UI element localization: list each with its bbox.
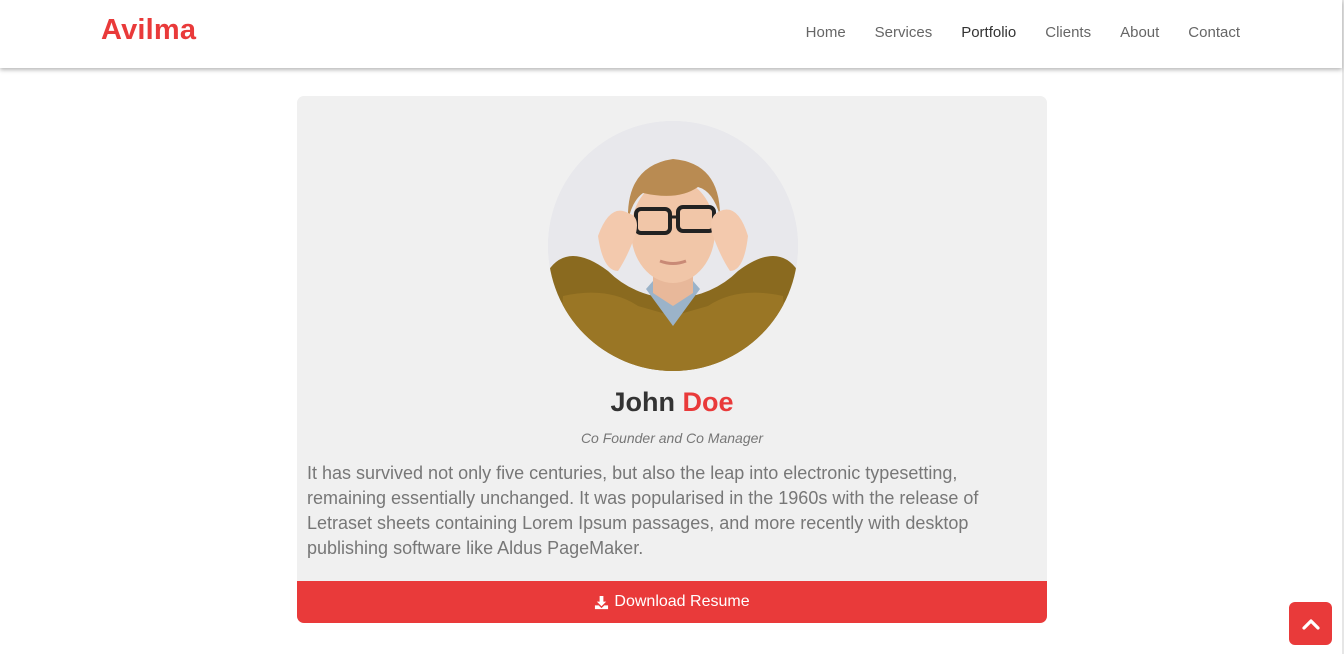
download-icon	[595, 595, 609, 609]
download-resume-label: Download Resume	[614, 593, 750, 610]
brand-logo[interactable]: Avilma	[101, 14, 196, 47]
scroll-to-top-button[interactable]	[1289, 602, 1332, 645]
main-nav: Home Services Portfolio Clients About Co…	[777, 24, 1240, 42]
nav-item-services[interactable]: Services	[875, 24, 933, 42]
profile-avatar	[548, 121, 798, 371]
nav-item-home[interactable]: Home	[806, 24, 846, 42]
nav-item-clients[interactable]: Clients	[1045, 24, 1091, 42]
chevron-up-icon	[1301, 618, 1320, 630]
download-resume-button[interactable]: Download Resume	[297, 581, 1047, 623]
first-name: John	[610, 387, 675, 417]
profile-name: John Doe	[297, 387, 1047, 418]
nav-item-contact[interactable]: Contact	[1188, 24, 1240, 42]
nav-item-about[interactable]: About	[1120, 24, 1159, 42]
profile-card: John Doe Co Founder and Co Manager It ha…	[297, 96, 1047, 623]
nav-item-portfolio[interactable]: Portfolio	[961, 24, 1016, 42]
top-navbar: Avilma Home Services Portfolio Clients A…	[0, 0, 1342, 68]
person-photo-icon	[548, 121, 798, 371]
last-name: Doe	[682, 387, 734, 417]
profile-role: Co Founder and Co Manager	[580, 430, 764, 446]
profile-bio: It has survived not only five centuries,…	[307, 463, 979, 558]
